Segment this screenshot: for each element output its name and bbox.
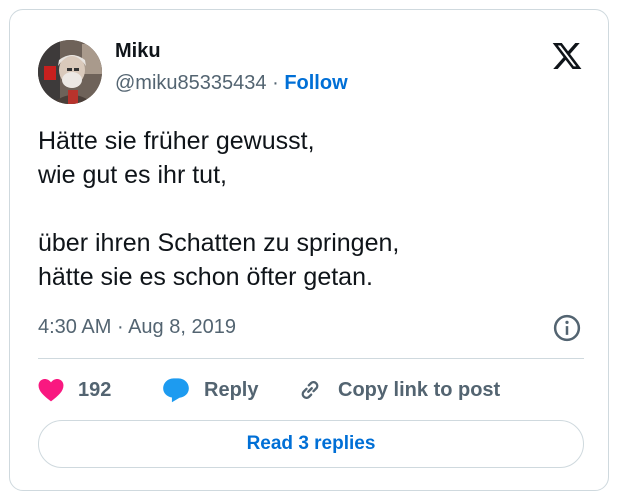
tweet-time: 4:30 AM xyxy=(38,316,112,338)
copy-link-button[interactable]: Copy link to post xyxy=(296,376,500,404)
author-handle-row: @miku85335434 · Follow xyxy=(115,72,348,95)
reply-button[interactable]: Reply xyxy=(162,377,296,403)
author-handle[interactable]: @miku85335434 xyxy=(115,72,267,94)
x-logo-icon[interactable] xyxy=(550,40,584,72)
divider xyxy=(38,358,584,359)
action-bar: 192 Reply Copy link to post xyxy=(38,372,500,408)
reply-label: Reply xyxy=(204,378,259,401)
read-replies-label: Read 3 replies xyxy=(246,433,376,454)
heart-icon xyxy=(38,378,64,402)
read-replies-button[interactable]: Read 3 replies xyxy=(38,420,584,468)
link-icon xyxy=(301,381,319,399)
avatar-image xyxy=(38,40,102,104)
tweet-text-line: wie gut es ihr tut, xyxy=(38,161,227,189)
tweet-card: Miku @miku85335434 · Follow Hätte sie fr… xyxy=(9,9,609,491)
like-button[interactable]: 192 xyxy=(38,378,162,402)
like-count: 192 xyxy=(78,378,112,401)
tweet-date: Aug 8, 2019 xyxy=(128,316,236,338)
tweet-text: Hätte sie früher gewusst, wie gut es ihr… xyxy=(38,124,578,294)
author-name[interactable]: Miku xyxy=(115,40,161,63)
speech-bubble-icon xyxy=(163,378,189,403)
copy-link-label: Copy link to post xyxy=(338,378,501,401)
handle-separator: · xyxy=(272,72,279,94)
tweet-text-line: Hätte sie früher gewusst, xyxy=(38,127,315,155)
tweet-text-line: hätte sie es schon öfter getan. xyxy=(38,263,373,291)
info-icon[interactable] xyxy=(552,313,582,343)
avatar[interactable] xyxy=(38,40,102,104)
tweet-text-line: über ihren Schatten zu springen, xyxy=(38,229,400,257)
tweet-timestamp[interactable]: 4:30 AM · Aug 8, 2019 xyxy=(38,316,236,339)
timestamp-separator: · xyxy=(116,316,124,338)
follow-button[interactable]: Follow xyxy=(284,72,347,94)
